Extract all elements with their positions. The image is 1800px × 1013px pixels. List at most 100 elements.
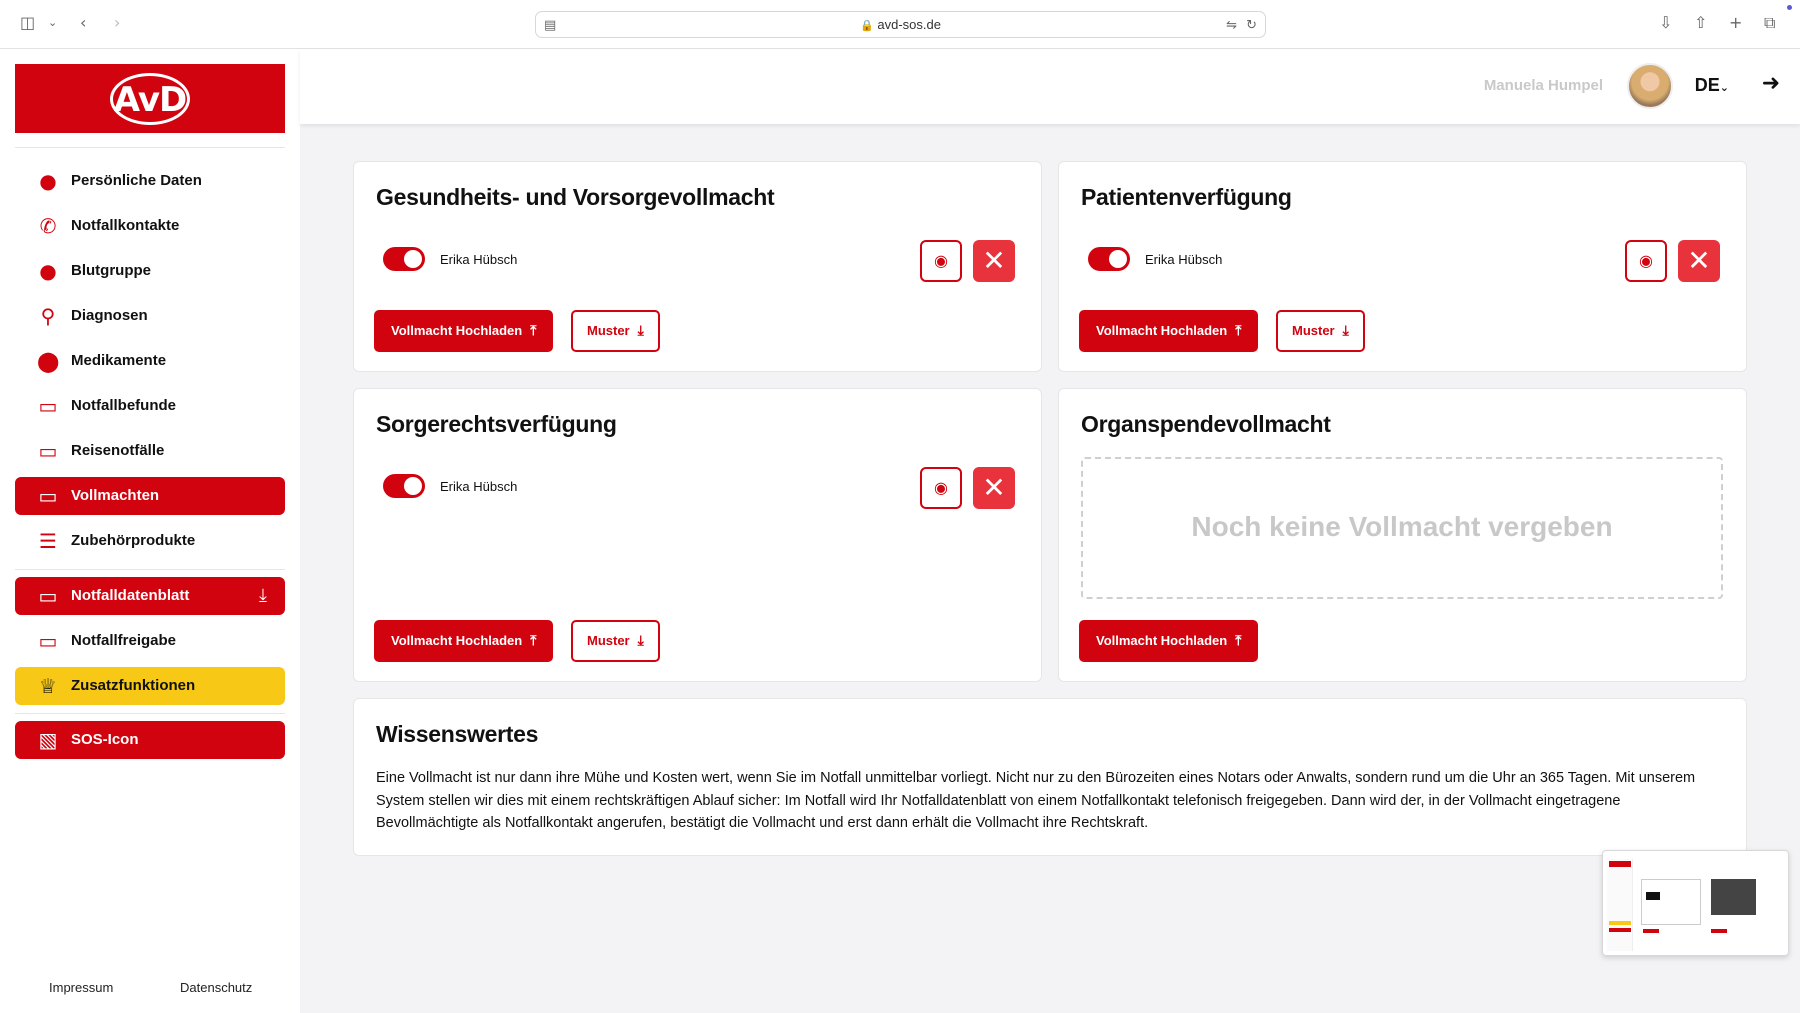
address-bar[interactable]: ▤ 🔒 avd-sos.de ⇋ ↻ xyxy=(535,11,1266,38)
upload-button[interactable]: Vollmacht Hochladen ⤒ xyxy=(1079,620,1259,662)
reload-icon[interactable]: ↻ xyxy=(1246,15,1257,37)
avatar[interactable] xyxy=(1627,63,1673,109)
crown-icon: ♕ xyxy=(39,674,57,698)
sidebar-item-sos-icon[interactable]: ▧ SOS-Icon xyxy=(15,721,285,759)
screenshot-thumbnail[interactable] xyxy=(1602,850,1789,956)
upload-button[interactable]: Vollmacht Hochladen ⤒ xyxy=(374,310,554,352)
sidebar-item-zusatzfunktionen[interactable]: ♕ Zusatzfunktionen xyxy=(15,667,285,705)
thumbnail-button xyxy=(1643,929,1659,933)
language-selector[interactable]: DE⌄ xyxy=(1695,75,1729,96)
sidebar-item-reisenotfaelle[interactable]: ▭ Reisenotfälle xyxy=(15,432,285,470)
upload-label: Vollmacht Hochladen xyxy=(1096,323,1228,338)
datenschutz-link[interactable]: Datenschutz xyxy=(180,980,252,995)
thumbnail-gold-item xyxy=(1609,921,1631,925)
thumbnail-button xyxy=(1711,929,1727,933)
url-label: avd-sos.de xyxy=(877,17,941,32)
holder-name: Erika Hübsch xyxy=(440,479,518,494)
user-name: Manuela Humpel xyxy=(1483,77,1603,94)
chevron-down-icon: ⌄ xyxy=(1719,81,1729,94)
card-title: Wissenswertes xyxy=(376,721,539,747)
upload-button[interactable]: Vollmacht Hochladen ⤒ xyxy=(1079,310,1259,352)
sidebar-item-label: SOS-Icon xyxy=(71,731,139,748)
blood-drop-icon: ● xyxy=(39,259,57,283)
empty-state: Noch keine Vollmacht vergeben xyxy=(1081,457,1723,599)
sidebar-item-notfallfreigabe[interactable]: ▭ Notfallfreigabe xyxy=(15,622,285,660)
impressum-link[interactable]: Impressum xyxy=(49,980,113,995)
sidebar-item-zubehoerprodukte[interactable]: ☰ Zubehörprodukte xyxy=(15,522,285,560)
card-patientenverfuegung: Patientenverfügung Erika Hübsch ◉ ✕ Voll… xyxy=(1058,161,1747,372)
url-text: 🔒 avd-sos.de xyxy=(536,17,1265,32)
document-icon: ▭ xyxy=(38,629,58,653)
sidebar-item-notfallkontakte[interactable]: ✆ Notfallkontakte xyxy=(15,207,285,245)
search-icon: ⚲ xyxy=(40,304,56,328)
close-icon: ✕ xyxy=(982,471,1006,504)
card-title: Patientenverfügung xyxy=(1081,184,1292,210)
muster-label: Muster xyxy=(1292,323,1335,338)
sidebar-item-medikamente[interactable]: ⬤ Medikamente xyxy=(15,342,285,380)
muster-button[interactable]: Muster ⤓ xyxy=(571,620,660,662)
sidebar-item-persoenliche-daten[interactable]: ● Persönliche Daten xyxy=(15,162,285,200)
chevron-down-icon[interactable]: ⌄ xyxy=(48,12,57,34)
holder-toggle[interactable] xyxy=(383,474,425,498)
language-label: DE xyxy=(1694,75,1720,95)
close-icon: ✕ xyxy=(982,244,1006,277)
toggle-knob xyxy=(404,477,422,495)
thumbnail-photo xyxy=(1711,879,1756,915)
upload-icon: ⤒ xyxy=(530,323,537,339)
delete-button[interactable]: ✕ xyxy=(973,467,1015,509)
sidebar-item-vollmachten[interactable]: ▭ Vollmachten xyxy=(15,477,285,515)
delete-button[interactable]: ✕ xyxy=(1678,240,1720,282)
card-wissenswertes: Wissenswertes Eine Vollmacht ist nur dan… xyxy=(353,698,1747,856)
forward-icon[interactable]: › xyxy=(114,12,120,34)
sidebar-item-label: Notfalldatenblatt xyxy=(71,587,190,604)
thumbnail-image xyxy=(1646,892,1660,900)
translate-icon[interactable]: ⇋ xyxy=(1226,15,1237,37)
toggle-knob xyxy=(404,250,422,268)
download-icon[interactable]: ⤓ xyxy=(259,585,267,606)
upload-icon: ⤒ xyxy=(530,633,537,649)
sidebar-item-notfallbefunde[interactable]: ▭ Notfallbefunde xyxy=(15,387,285,425)
download-icon: ⤓ xyxy=(637,323,644,339)
sidebar-item-diagnosen[interactable]: ⚲ Diagnosen xyxy=(15,297,285,335)
person-icon: ● xyxy=(39,169,57,193)
thumbnail-red-item xyxy=(1609,928,1631,932)
view-button[interactable]: ◉ xyxy=(920,240,962,282)
sidebar-item-label: Zusatzfunktionen xyxy=(71,677,196,694)
holder-toggle[interactable] xyxy=(1088,247,1130,271)
phone-icon: ✆ xyxy=(39,214,57,238)
muster-button[interactable]: Muster ⤓ xyxy=(1276,310,1365,352)
pulse-icon: ▧ xyxy=(38,728,58,752)
share-icon[interactable]: ⇧ xyxy=(1694,12,1707,34)
card-title: Gesundheits- und Vorsorgevollmacht xyxy=(376,184,775,210)
card-organspendevollmacht: Organspendevollmacht Noch keine Vollmach… xyxy=(1058,388,1747,682)
tabs-icon[interactable]: ⧉ xyxy=(1764,12,1775,34)
download-icon: ⤓ xyxy=(637,633,644,649)
sidebar-item-label: Diagnosen xyxy=(71,307,148,324)
sidebar-item-label: Notfallkontakte xyxy=(71,217,180,234)
logo[interactable]: AvD xyxy=(15,64,285,133)
upload-button[interactable]: Vollmacht Hochladen ⤒ xyxy=(374,620,554,662)
holder-name: Erika Hübsch xyxy=(440,252,518,267)
sidebar-toggle-icon[interactable]: ◫ xyxy=(20,12,35,34)
divider xyxy=(15,713,285,714)
muster-button[interactable]: Muster ⤓ xyxy=(571,310,660,352)
view-button[interactable]: ◉ xyxy=(1625,240,1667,282)
sidebar-item-blutgruppe[interactable]: ● Blutgruppe xyxy=(15,252,285,290)
upload-icon: ⤒ xyxy=(1235,323,1242,339)
divider xyxy=(15,569,285,570)
download-icon[interactable]: ⇩ xyxy=(1659,12,1672,34)
new-tab-icon[interactable]: + xyxy=(1729,12,1742,34)
view-button[interactable]: ◉ xyxy=(920,467,962,509)
document-icon: ▭ xyxy=(38,394,58,418)
sidebar-item-notfalldatenblatt[interactable]: ▭ Notfalldatenblatt ⤓ xyxy=(15,577,285,615)
logout-icon[interactable]: ➜ xyxy=(1762,71,1780,96)
sidebar-item-label: Zubehörprodukte xyxy=(71,532,196,549)
document-icon: ▭ xyxy=(38,584,58,608)
delete-button[interactable]: ✕ xyxy=(973,240,1015,282)
holder-toggle[interactable] xyxy=(383,247,425,271)
empty-state-text: Noch keine Vollmacht vergeben xyxy=(1191,511,1613,542)
card-sorgerechtsverfuegung: Sorgerechtsverfügung Erika Hübsch ◉ ✕ Vo… xyxy=(353,388,1042,682)
muster-label: Muster xyxy=(587,633,630,648)
thumbnail-sidebar xyxy=(1607,859,1633,951)
back-icon[interactable]: ‹ xyxy=(80,12,86,34)
